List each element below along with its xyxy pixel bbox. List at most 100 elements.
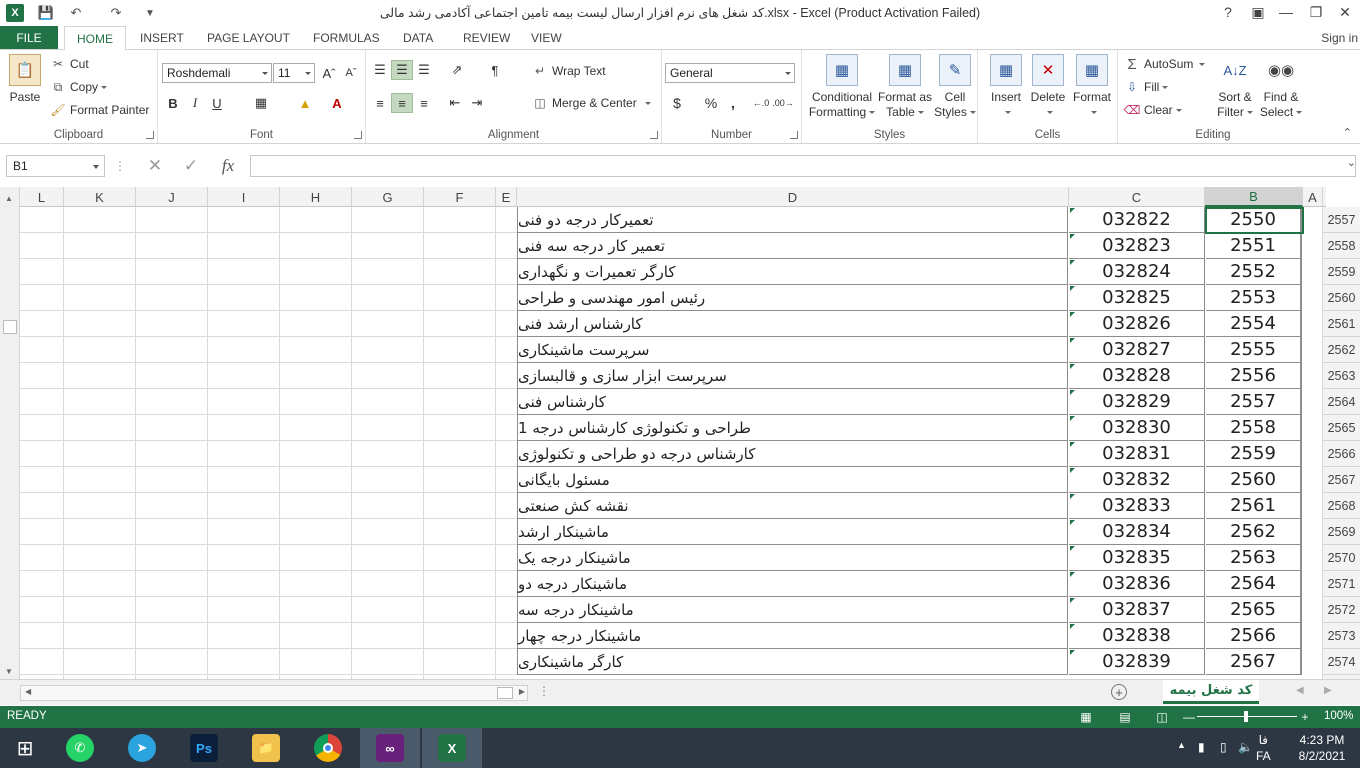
row-header[interactable]: 2573 — [1323, 623, 1360, 649]
volume-icon[interactable]: 🔈 — [1238, 740, 1253, 754]
taskbar-excel[interactable]: X — [422, 728, 482, 768]
row-header[interactable]: 2561 — [1323, 311, 1360, 337]
column-header-d[interactable]: D — [517, 187, 1069, 207]
restore-icon[interactable]: ❐ — [1301, 0, 1331, 24]
insert-function-button[interactable]: fx — [214, 155, 242, 177]
font-name-select[interactable]: Roshdemali — [162, 63, 272, 83]
insert-cells-button[interactable]: ▦ Insert — [986, 54, 1026, 120]
borders-icon[interactable]: ▦ — [250, 93, 272, 113]
wrap-text-button[interactable]: ↵ Wrap Text — [532, 63, 606, 79]
cell-row-index[interactable]: 2552 — [1206, 259, 1302, 285]
clipboard-launcher-icon[interactable] — [146, 131, 154, 139]
cell-job-code[interactable]: 032825 — [1069, 285, 1205, 311]
cell-job-code[interactable]: 032831 — [1069, 441, 1205, 467]
column-header-h[interactable]: H — [280, 187, 352, 207]
clock[interactable]: 4:23 PM 8/2/2021 — [1290, 732, 1354, 764]
tab-insert[interactable]: INSERT — [140, 26, 184, 49]
cell-job-title[interactable]: تعمیر کار درجه سه فنی — [517, 233, 1068, 259]
cell-row-index[interactable]: 2557 — [1206, 389, 1302, 415]
column-header-j[interactable]: J — [136, 187, 208, 207]
new-sheet-button[interactable]: + — [1111, 684, 1127, 700]
column-header-f[interactable]: F — [424, 187, 496, 207]
tab-split-grip-icon[interactable]: ⋮ — [538, 684, 550, 698]
italic-button[interactable]: I — [184, 93, 206, 113]
cell-row-index[interactable]: 2565 — [1206, 597, 1302, 623]
cell-row-index[interactable]: 2566 — [1206, 623, 1302, 649]
row-header[interactable]: 2565 — [1323, 415, 1360, 441]
cell-row-index[interactable]: 2564 — [1206, 571, 1302, 597]
cell-area[interactable]: تعمیرکار درجه دو فنی 032822 2550 تعمیر کار … — [20, 207, 1323, 679]
row-header[interactable]: 2567 — [1323, 467, 1360, 493]
sheet-nav-prev-icon[interactable]: ◀ — [1296, 685, 1304, 696]
row-header[interactable]: 2562 — [1323, 337, 1360, 363]
column-header-i[interactable]: I — [208, 187, 280, 207]
expand-formula-icon[interactable]: ⌄ — [1347, 156, 1356, 169]
ribbon-display-icon[interactable]: ▣ — [1243, 0, 1273, 24]
conditional-formatting-button[interactable]: ▦ Conditional Formatting — [806, 54, 878, 120]
cell-job-title[interactable]: کارگر تعمیرات و نگهداری — [517, 259, 1068, 285]
row-header[interactable]: 2558 — [1323, 233, 1360, 259]
tab-review[interactable]: REVIEW — [463, 26, 510, 49]
formula-input[interactable] — [250, 155, 1356, 177]
cell-job-title[interactable]: طراحی و تکنولوژی کارشناس درجه 1 — [517, 415, 1068, 441]
cell-job-code[interactable]: 032826 — [1069, 311, 1205, 337]
cell-styles-button[interactable]: ✎ Cell Styles — [934, 54, 976, 120]
cell-job-code[interactable]: 032838 — [1069, 623, 1205, 649]
cell-job-title[interactable]: تعمیرکار درجه دو فنی — [517, 207, 1068, 233]
taskbar-visual-studio[interactable]: ∞ — [360, 728, 420, 768]
column-header-e[interactable]: E — [496, 187, 517, 207]
underline-button[interactable]: U — [206, 93, 228, 113]
cell-job-code[interactable]: 032830 — [1069, 415, 1205, 441]
tray-overflow-icon[interactable]: ▲ — [1177, 740, 1186, 750]
cell-row-index[interactable]: 2558 — [1206, 415, 1302, 441]
page-layout-view-icon[interactable]: ▤ — [1117, 709, 1133, 725]
scroll-right-icon[interactable]: ▶ — [519, 687, 525, 696]
cell-job-title[interactable]: سرپرست ماشینکاری — [517, 337, 1068, 363]
cell-job-title[interactable]: کارگر ماشینکاری — [517, 649, 1068, 675]
horizontal-scrollbar[interactable]: ◀ ▶ — [20, 685, 528, 701]
cell-job-code[interactable]: 032837 — [1069, 597, 1205, 623]
vertical-scroll-thumb[interactable] — [3, 320, 17, 334]
tab-view[interactable]: VIEW — [531, 26, 562, 49]
battery-icon[interactable]: ▯ — [1220, 740, 1227, 754]
close-icon[interactable]: ✕ — [1330, 0, 1360, 24]
taskbar-whatsapp[interactable]: ✆ — [50, 728, 110, 768]
cell-job-code[interactable]: 032835 — [1069, 545, 1205, 571]
cell-row-index[interactable]: 2560 — [1206, 467, 1302, 493]
redo-icon[interactable]: ↷ — [106, 3, 126, 23]
align-left-icon[interactable]: ≡ — [369, 93, 391, 113]
grow-font-icon[interactable]: Aˆ — [318, 63, 340, 83]
column-header-l[interactable]: L — [20, 187, 64, 207]
scroll-left-icon[interactable]: ◀ — [25, 687, 31, 696]
row-header[interactable]: 2563 — [1323, 363, 1360, 389]
cell-job-title[interactable]: رئیس امور مهندسی و طراحی — [517, 285, 1068, 311]
row-header[interactable]: 2566 — [1323, 441, 1360, 467]
vertical-scrollbar[interactable]: ▲ ▼ — [0, 187, 20, 679]
column-header-k[interactable]: K — [64, 187, 136, 207]
cell-job-title[interactable]: مسئول بایگانی — [517, 467, 1068, 493]
cell-row-index[interactable]: 2567 — [1206, 649, 1302, 675]
decrease-indent-icon[interactable]: ⇤ — [444, 93, 466, 113]
network-icon[interactable]: ▮ — [1198, 740, 1205, 754]
cell-job-code[interactable]: 032834 — [1069, 519, 1205, 545]
cell-row-index[interactable]: 2563 — [1206, 545, 1302, 571]
row-header[interactable]: 2560 — [1323, 285, 1360, 311]
cut-button[interactable]: ✂ Cut — [50, 56, 89, 72]
cell-job-title[interactable]: ماشینکار درجه دو — [517, 571, 1068, 597]
input-language[interactable]: فا FA — [1256, 732, 1271, 764]
find-select-button[interactable]: ◉◉ Find & Select — [1258, 54, 1304, 120]
cell-row-index[interactable]: 2550 — [1206, 207, 1302, 233]
cell-job-title[interactable]: کارشناس درجه دو طراحی و تکنولوژی — [517, 441, 1068, 467]
increase-indent-icon[interactable]: ⇥ — [466, 93, 488, 113]
cell-job-code[interactable]: 032828 — [1069, 363, 1205, 389]
name-box[interactable]: B1 — [6, 155, 105, 177]
scroll-down-icon[interactable]: ▼ — [5, 667, 13, 676]
cell-job-code[interactable]: 032824 — [1069, 259, 1205, 285]
start-button[interactable]: ⊞ — [0, 728, 50, 768]
zoom-in-icon[interactable]: + — [1297, 709, 1313, 725]
cell-row-index[interactable]: 2556 — [1206, 363, 1302, 389]
sheet-nav-next-icon[interactable]: ▶ — [1324, 685, 1332, 696]
align-middle-icon[interactable]: ☰ — [391, 60, 413, 80]
row-header[interactable]: 2568 — [1323, 493, 1360, 519]
row-header[interactable]: 2559 — [1323, 259, 1360, 285]
